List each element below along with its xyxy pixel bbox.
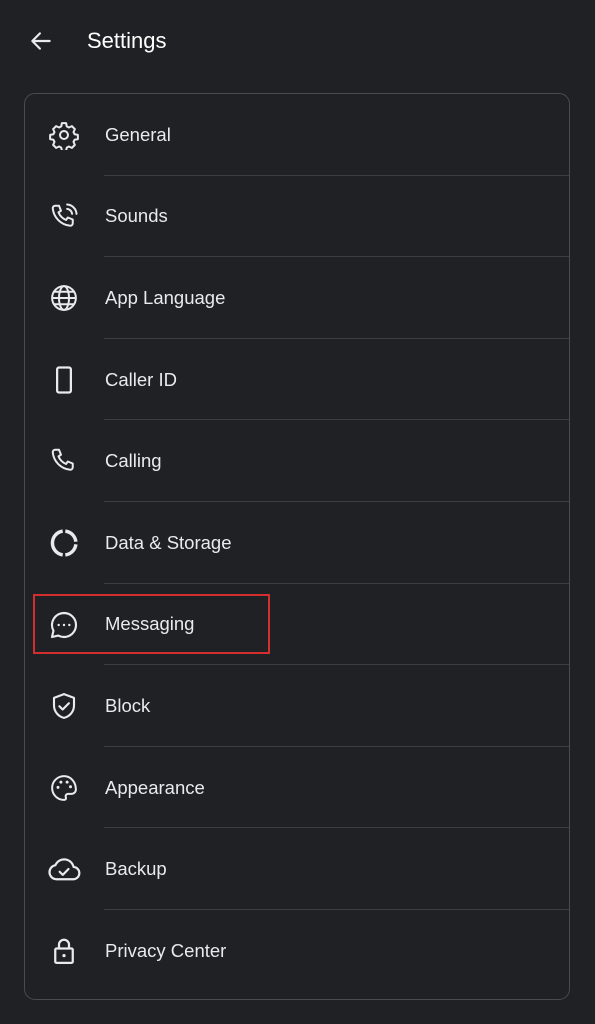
settings-item-label: Privacy Center	[105, 939, 227, 961]
lock-icon	[45, 934, 83, 968]
cloud-check-icon	[45, 852, 83, 886]
settings-item-messaging[interactable]: Messaging	[25, 584, 569, 666]
smartphone-icon	[45, 363, 83, 397]
settings-item-backup[interactable]: Backup	[25, 828, 569, 910]
settings-item-label: Appearance	[105, 776, 205, 798]
settings-item-data-storage[interactable]: Data & Storage	[25, 502, 569, 584]
settings-item-appearance[interactable]: Appearance	[25, 747, 569, 829]
shield-check-icon	[45, 689, 83, 723]
settings-item-label: Block	[105, 694, 151, 716]
settings-item-privacy-center[interactable]: Privacy Center	[25, 910, 569, 992]
back-button[interactable]	[22, 22, 60, 60]
settings-item-label: Calling	[105, 450, 162, 472]
arrow-left-icon	[31, 32, 51, 50]
settings-item-label: App Language	[105, 286, 226, 308]
phone-ringing-icon	[45, 200, 83, 234]
settings-list: General Sounds App Language Caller ID Ca…	[24, 93, 570, 1000]
phone-icon	[45, 444, 83, 478]
settings-item-label: Sounds	[105, 205, 168, 227]
settings-item-general[interactable]: General	[25, 94, 569, 176]
settings-item-app-language[interactable]: App Language	[25, 257, 569, 339]
settings-item-sounds[interactable]: Sounds	[25, 176, 569, 258]
gear-icon	[45, 118, 83, 152]
donut-icon	[45, 526, 83, 560]
page-title: Settings	[87, 28, 167, 53]
settings-item-label: General	[105, 123, 171, 145]
chat-bubble-icon	[45, 608, 83, 642]
app-bar: Settings	[0, 0, 595, 84]
settings-item-label: Data & Storage	[105, 531, 232, 553]
settings-item-label: Messaging	[105, 613, 195, 635]
settings-item-calling[interactable]: Calling	[25, 420, 569, 502]
settings-item-label: Backup	[105, 858, 167, 880]
palette-icon	[45, 771, 83, 805]
settings-item-caller-id[interactable]: Caller ID	[25, 339, 569, 421]
settings-item-block[interactable]: Block	[25, 665, 569, 747]
settings-item-label: Caller ID	[105, 368, 177, 390]
globe-icon	[45, 281, 83, 315]
